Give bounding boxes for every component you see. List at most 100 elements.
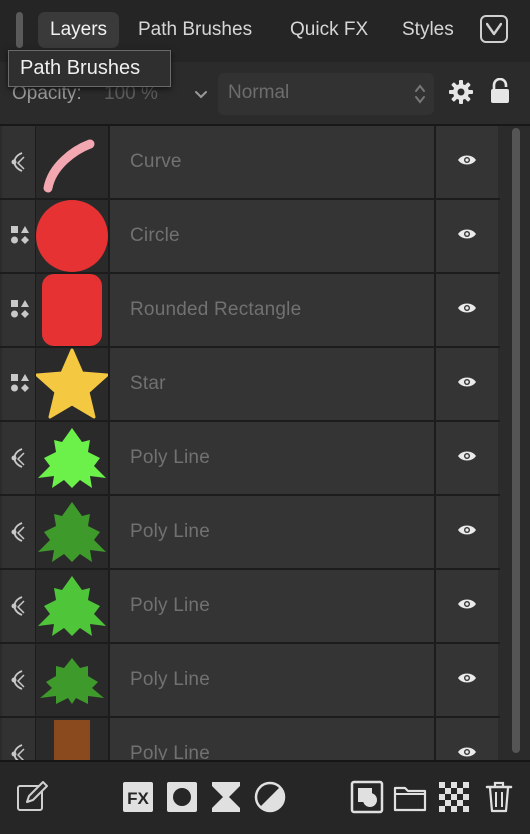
layer-name: Curve [130,151,182,172]
layer-thumbnail [36,126,110,198]
opacity-dropdown-button[interactable] [190,74,212,114]
mask-icon[interactable] [165,780,199,814]
tab-quick-fx[interactable]: Quick FX [290,12,368,48]
lock-icon[interactable] [490,78,510,104]
dark-green-tree-thumbnail [38,502,106,562]
layer-name: Rounded Rectangle [130,299,302,320]
layer-name: Poly Line [130,743,210,760]
visibility-toggle[interactable] [436,496,498,568]
visibility-toggle[interactable] [436,274,498,346]
layer-name-cell[interactable]: Star [110,348,436,420]
visibility-toggle[interactable] [436,348,498,420]
curve-icon [11,522,25,542]
layer-type-cell [2,422,36,494]
layer-type-cell [2,644,36,716]
layer-thumbnail [36,422,110,494]
layer-name-cell[interactable]: Curve [110,126,436,198]
shape-icon [11,226,29,244]
eye-icon [458,747,476,757]
layer-row[interactable]: Curve [0,126,500,200]
red-rounded-rect-thumbnail [42,274,102,346]
brown-rect-thumbnail [54,720,90,760]
curve-icon [11,448,25,468]
layer-thumbnail [36,644,110,716]
layer-type-cell [2,496,36,568]
layer-name: Poly Line [130,447,210,468]
red-circle-thumbnail [36,200,108,272]
layer-row[interactable]: Poly Line [0,496,500,570]
layer-row[interactable]: Circle [0,200,500,274]
live-filter-icon[interactable] [253,780,287,814]
gear-icon[interactable] [449,80,473,104]
layer-row[interactable]: Poly Line [0,570,500,644]
panel-grip-handle[interactable] [16,12,23,48]
add-pixel-layer-icon[interactable] [350,780,384,814]
tooltip: Path Brushes [8,50,171,87]
layer-row[interactable]: Poly Line [0,422,500,496]
layer-name-cell[interactable]: Poly Line [110,718,436,760]
pink-curve-thumbnail [43,139,95,193]
visibility-toggle[interactable] [436,570,498,642]
group-folder-icon[interactable] [393,780,427,814]
layer-thumbnail [36,718,110,760]
transparency-icon[interactable] [437,780,471,814]
green-tree-thumbnail [38,576,106,636]
layer-name-cell[interactable]: Poly Line [110,570,436,642]
layer-type-cell [2,126,36,198]
layer-type-cell [2,200,36,272]
layer-name-cell[interactable]: Poly Line [110,644,436,716]
tabs-more-button[interactable] [480,15,508,43]
chevron-down-icon [486,22,502,36]
visibility-toggle[interactable] [436,422,498,494]
visibility-toggle[interactable] [436,644,498,716]
blend-mode-select[interactable]: Normal [218,73,434,115]
layer-name: Poly Line [130,595,210,616]
layer-name: Poly Line [130,521,210,542]
edit-icon[interactable] [15,780,49,814]
tab-styles[interactable]: Styles [402,12,454,48]
eye-icon [458,229,476,239]
layer-thumbnail [36,200,110,272]
visibility-toggle[interactable] [436,126,498,198]
layer-row[interactable]: Star [0,348,500,422]
tab-layers[interactable]: Layers [38,12,120,48]
visibility-toggle[interactable] [436,200,498,272]
curve-icon [11,152,25,172]
layer-name-cell[interactable]: Circle [110,200,436,272]
layers-panel: Layers Path Brushes Quick FX Styles Path… [0,0,530,834]
tab-path-brushes[interactable]: Path Brushes [138,12,252,48]
blend-mode-value: Normal [228,82,290,103]
eye-icon [458,303,476,313]
eye-icon [458,377,476,387]
dark-green-tree-small-thumbnail [40,658,104,704]
layer-row[interactable]: Poly Line [0,718,500,760]
layer-thumbnail [36,570,110,642]
layer-thumbnail [35,348,110,420]
updown-arrows-icon [415,84,425,104]
layer-name-cell[interactable]: Poly Line [110,422,436,494]
layer-row[interactable]: Poly Line [0,644,500,718]
layer-name: Poly Line [130,669,210,690]
adjustment-icon[interactable] [209,780,243,814]
eye-icon [458,155,476,165]
visibility-toggle[interactable] [436,718,498,760]
shape-icon [11,374,29,392]
bottom-toolbar: FX [0,760,530,834]
layer-row[interactable]: Rounded Rectangle [0,274,500,348]
layer-name: Star [130,373,166,394]
layer-thumbnail [36,496,110,568]
layer-type-cell [2,570,36,642]
layer-thumbnail [36,274,110,346]
curve-icon [11,744,25,760]
curve-icon [11,670,25,690]
svg-text:FX: FX [127,789,149,808]
scrollbar-thumb[interactable] [512,128,520,753]
layer-name-cell[interactable]: Rounded Rectangle [110,274,436,346]
layer-name-cell[interactable]: Poly Line [110,496,436,568]
trash-icon[interactable] [482,780,516,814]
layer-type-cell [2,718,36,760]
chevron-down-icon [195,91,207,99]
eye-icon [458,525,476,535]
layer-type-cell [2,274,36,346]
fx-icon[interactable]: FX [121,780,155,814]
